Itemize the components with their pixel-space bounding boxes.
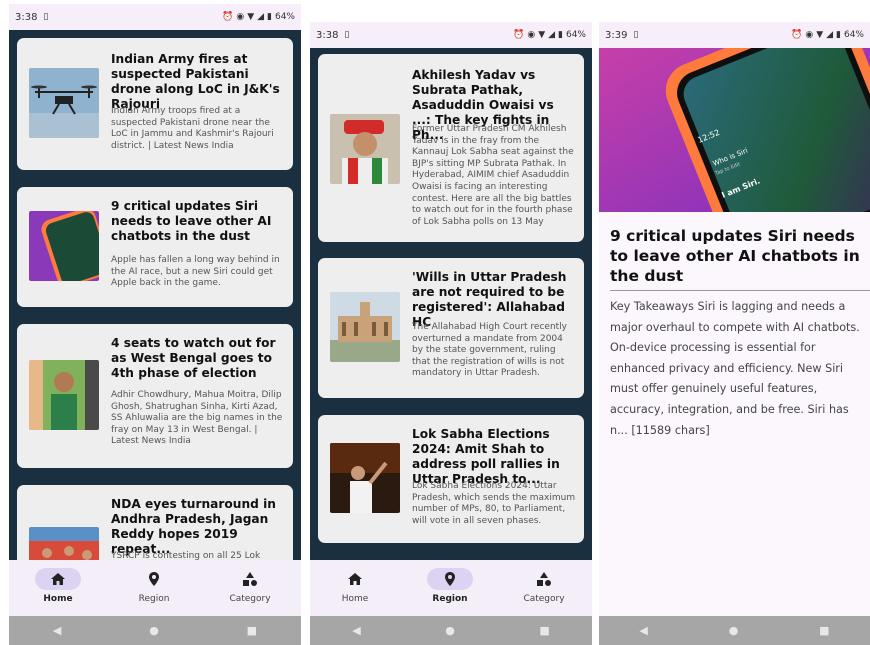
bottom-navigation: Home Region Category [9,560,301,616]
news-description: YSRCP is contesting on all 25 Lok [111,551,261,560]
battery-level: 64% [843,30,864,40]
data-icon: ◉ [527,30,536,40]
status-bar: 3:38 ▯ ⏰ ◉ ▼ ◢ ▮ 64% [9,4,301,30]
region-screen: 3:38 ▯ ⏰ ◉ ▼ ◢ ▮ 64% Akhilesh Yadav vs S… [310,22,592,645]
signal-icon: ◢ [826,30,834,40]
nav-category-label: Category [229,594,271,604]
battery-icon: ▮ [267,12,272,22]
rally-thumbnail [330,443,400,513]
news-card[interactable]: NDA eyes turnaround in Andhra Pradesh, J… [17,485,293,560]
alarm-icon: ⏰ [791,30,803,40]
system-navigation: ◀ ● ■ [599,616,870,645]
news-title: 4 seats to watch out for as West Bengal … [111,336,276,380]
wifi-icon: ▼ [247,12,255,22]
battery-icon: ▮ [836,30,841,40]
nav-home[interactable]: Home [13,560,103,604]
home-icon [348,573,362,585]
rally-thumbnail [29,527,99,560]
system-navigation: ◀ ● ■ [310,616,592,645]
recents-icon[interactable]: ■ [819,624,829,637]
back-icon[interactable]: ◀ [639,624,647,637]
sim-icon: ▯ [633,30,639,40]
status-bar: 3:38 ▯ ⏰ ◉ ▼ ◢ ▮ 64% [310,22,592,48]
status-time: 3:39 [605,29,628,41]
nav-category[interactable]: Category [205,560,295,604]
signal-icon: ◢ [548,30,556,40]
news-title: 'Wills in Uttar Pradesh are not required… [412,270,567,329]
news-card[interactable]: 4 seats to watch out for as West Bengal … [17,324,293,468]
data-icon: ◉ [805,30,814,40]
wifi-icon: ▼ [816,30,824,40]
back-icon[interactable]: ◀ [53,624,61,637]
news-feed[interactable]: Akhilesh Yadav vs Subrata Pathak, Asadud… [310,48,592,560]
system-navigation: ◀ ● ■ [9,616,301,645]
recents-icon[interactable]: ■ [539,624,549,637]
nav-category-label: Category [523,594,565,604]
home-screen: 3:38 ▯ ⏰ ◉ ▼ ◢ ▮ 64% Indian Army fires a… [9,4,301,645]
article-hero-image: 12:52 Who is Siri Tap to Edit I am Siri. [599,48,870,212]
news-title: Lok Sabha Elections 2024: Amit Shah to a… [412,427,560,486]
news-description: Adhir Chowdhury, Mahua Moitra, Dilip Gho… [111,390,283,447]
home-circle-icon[interactable]: ● [445,624,455,637]
article-title: 9 critical updates Siri needs to leave o… [610,227,860,285]
news-card[interactable]: Lok Sabha Elections 2024: Amit Shah to a… [318,415,584,543]
home-circle-icon[interactable]: ● [149,624,159,637]
politician-thumbnail [330,114,400,184]
article-body: Key Takeaways Siri is lagging and needs … [610,300,860,437]
nav-region-label: Region [432,594,468,604]
home-circle-icon[interactable]: ● [729,624,739,637]
status-time: 3:38 [15,11,38,23]
news-card[interactable]: 9 critical updates Siri needs to leave o… [17,187,293,307]
wifi-icon: ▼ [538,30,546,40]
news-title: 9 critical updates Siri needs to leave o… [111,199,272,243]
nav-category[interactable]: Category [499,560,589,604]
news-feed[interactable]: Indian Army fires at suspected Pakistani… [9,30,301,560]
news-description: Lok Sabha Elections 2024: Uttar Pradesh,… [412,481,576,526]
back-icon[interactable]: ◀ [352,624,360,637]
sim-icon: ▯ [344,30,350,40]
signal-icon: ◢ [257,12,265,22]
status-time: 3:38 [316,29,339,41]
nav-region[interactable]: Region [109,560,199,604]
divider [610,290,870,291]
recents-icon[interactable]: ■ [247,624,257,637]
drone-thumbnail [29,68,99,138]
candidates-thumbnail [29,360,99,430]
news-card[interactable]: 'Wills in Uttar Pradesh are not required… [318,258,584,398]
news-card[interactable]: Indian Army fires at suspected Pakistani… [17,38,293,170]
nav-region[interactable]: Region [405,560,495,604]
sim-icon: ▯ [43,12,49,22]
battery-level: 64% [565,30,586,40]
home-icon [51,573,65,585]
category-shapes-icon [537,572,551,586]
nav-home[interactable]: Home [310,560,400,604]
battery-level: 64% [274,12,295,22]
siri-thumbnail [29,211,99,281]
nav-home-label: Home [43,594,73,604]
news-title: Indian Army fires at suspected Pakistani… [111,52,280,111]
location-pin-icon [445,572,455,586]
location-pin-icon [149,572,159,586]
article-detail-screen: 3:39 ▯ ⏰ ◉ ▼ ◢ ▮ 64% 12:52 Who is Siri T… [599,22,870,645]
alarm-icon: ⏰ [513,30,525,40]
category-shapes-icon [243,572,257,586]
news-card[interactable]: Akhilesh Yadav vs Subrata Pathak, Asadud… [318,54,584,242]
battery-icon: ▮ [558,30,563,40]
news-description: Former Uttar Pradesh CM Akhilesh Yadav i… [412,124,574,227]
bottom-navigation: Home Region Category [310,560,592,616]
nav-home-label: Home [341,594,369,604]
news-description: The Allahabad High Court recently overtu… [412,322,568,379]
data-icon: ◉ [236,12,245,22]
court-thumbnail [330,292,400,362]
alarm-icon: ⏰ [222,12,234,22]
news-description: Apple has fallen a long way behind in th… [111,255,280,289]
news-description: Indian Army troops fired at a suspected … [111,106,274,151]
news-title: NDA eyes turnaround in Andhra Pradesh, J… [111,497,276,556]
nav-region-label: Region [138,594,170,604]
status-bar: 3:39 ▯ ⏰ ◉ ▼ ◢ ▮ 64% [599,22,870,48]
